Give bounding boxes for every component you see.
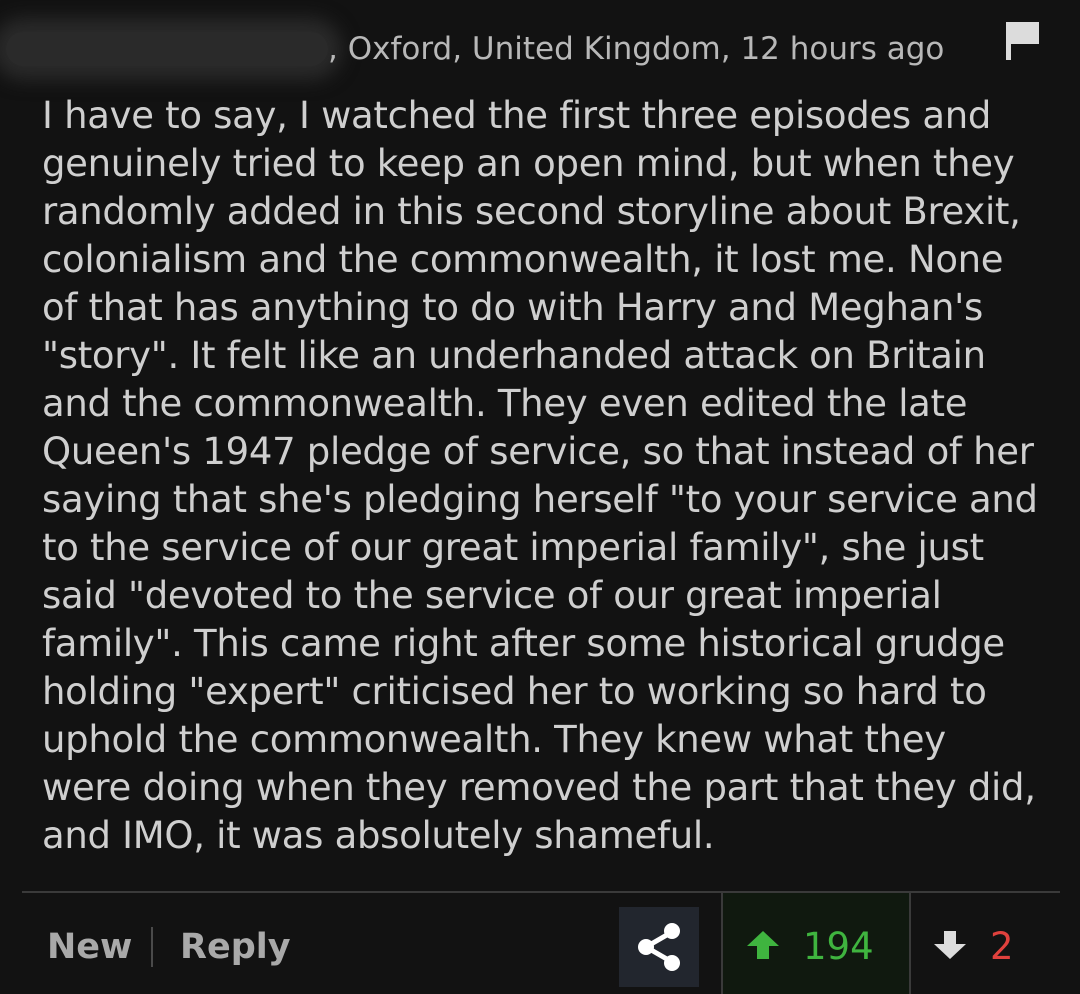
- comment-meta: , Oxford, United Kingdom, 12 hours ago: [328, 31, 945, 67]
- new-button[interactable]: New: [47, 927, 132, 967]
- arrow-up-icon: [747, 931, 779, 959]
- comment-actions: New Reply 194 2: [0, 893, 1080, 994]
- reply-button[interactable]: Reply: [180, 927, 291, 967]
- downvote-count: 2: [990, 925, 1014, 968]
- action-separator: [151, 927, 153, 967]
- share-button[interactable]: [619, 907, 699, 987]
- upvote-count: 194: [803, 925, 874, 968]
- redacted-author-name: [6, 32, 328, 66]
- upvote-button[interactable]: 194: [721, 893, 911, 994]
- comment-body: I have to say, I watched the first three…: [42, 94, 1038, 857]
- share-icon: [638, 923, 680, 971]
- downvote-button[interactable]: 2: [913, 893, 1080, 994]
- comment-card: , Oxford, United Kingdom, 12 hours ago I…: [0, 0, 1080, 994]
- arrow-down-icon: [934, 931, 966, 959]
- flag-icon[interactable]: [1006, 22, 1040, 60]
- comment-header: , Oxford, United Kingdom, 12 hours ago: [6, 24, 945, 74]
